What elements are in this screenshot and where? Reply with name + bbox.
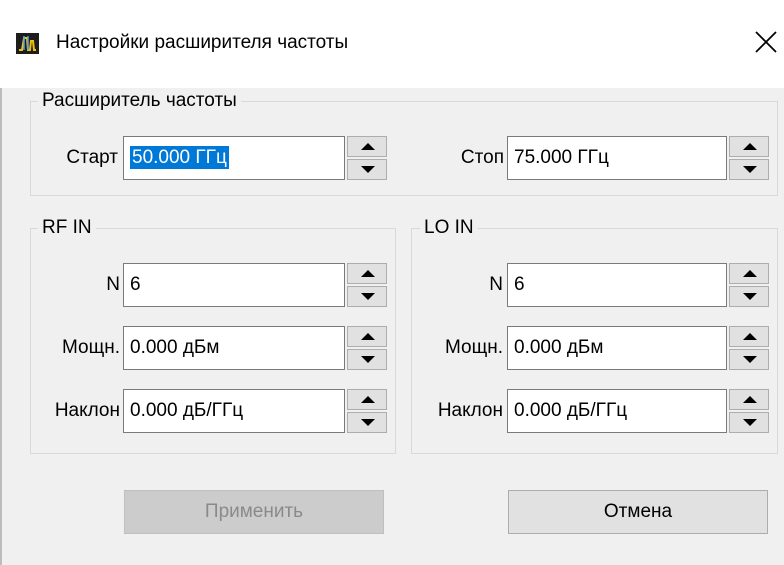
start-frequency-spinner[interactable]: [347, 136, 387, 180]
lo-n-increment-button[interactable]: [729, 263, 769, 284]
lo-n-decrement-button[interactable]: [729, 286, 769, 307]
lo-n-spinner[interactable]: [729, 263, 769, 307]
rf-power-decrement-button[interactable]: [347, 349, 387, 370]
start-increment-button[interactable]: [347, 136, 387, 157]
dialog-window: Настройки расширителя частоты Расширител…: [0, 0, 784, 565]
rf-in-legend: RF IN: [38, 217, 96, 239]
rf-n-input[interactable]: 6: [123, 263, 345, 307]
rf-slope-label: Наклон: [54, 400, 120, 421]
close-icon[interactable]: [752, 28, 780, 56]
rf-n-label: N: [106, 274, 120, 295]
lo-n-label: N: [489, 274, 503, 295]
title-bar: Настройки расширителя частоты: [0, 0, 784, 88]
stop-frequency-input[interactable]: 75.000 ГГц: [507, 136, 727, 180]
start-decrement-button[interactable]: [347, 159, 387, 180]
lo-slope-spinner[interactable]: [729, 389, 769, 433]
frequency-extender-icon: [16, 33, 39, 54]
lo-power-spinner[interactable]: [729, 326, 769, 370]
rf-slope-spinner[interactable]: [347, 389, 387, 433]
window-left-border: [0, 70, 2, 565]
rf-power-input[interactable]: 0.000 дБм: [123, 326, 345, 370]
rf-slope-increment-button[interactable]: [347, 389, 387, 410]
start-frequency-input[interactable]: 50.000 ГГц: [123, 136, 345, 180]
lo-slope-input[interactable]: 0.000 дБ/ГГц: [507, 389, 727, 433]
lo-slope-label: Наклон: [437, 400, 503, 421]
lo-power-increment-button[interactable]: [729, 326, 769, 347]
cancel-button[interactable]: Отмена: [508, 490, 768, 534]
rf-n-decrement-button[interactable]: [347, 286, 387, 307]
rf-slope-decrement-button[interactable]: [347, 412, 387, 433]
stop-label: Стоп: [460, 147, 504, 168]
lo-power-label: Мощн.: [444, 337, 503, 358]
rf-power-increment-button[interactable]: [347, 326, 387, 347]
rf-power-label: Мощн.: [61, 337, 120, 358]
lo-n-input[interactable]: 6: [507, 263, 727, 307]
lo-slope-decrement-button[interactable]: [729, 412, 769, 433]
lo-slope-increment-button[interactable]: [729, 389, 769, 410]
start-frequency-value: 50.000 ГГц: [130, 146, 229, 169]
lo-in-legend: LO IN: [420, 217, 478, 239]
rf-n-spinner[interactable]: [347, 263, 387, 307]
lo-power-decrement-button[interactable]: [729, 349, 769, 370]
lo-power-input[interactable]: 0.000 дБм: [507, 326, 727, 370]
apply-button[interactable]: Применить: [124, 490, 384, 534]
rf-n-increment-button[interactable]: [347, 263, 387, 284]
rf-slope-input[interactable]: 0.000 дБ/ГГц: [123, 389, 345, 433]
rf-power-spinner[interactable]: [347, 326, 387, 370]
stop-increment-button[interactable]: [729, 136, 769, 157]
extender-group-legend: Расширитель частоты: [38, 90, 241, 112]
start-label: Старт: [66, 147, 118, 168]
stop-frequency-spinner[interactable]: [729, 136, 769, 180]
stop-decrement-button[interactable]: [729, 159, 769, 180]
window-title: Настройки расширителя частоты: [56, 32, 349, 53]
